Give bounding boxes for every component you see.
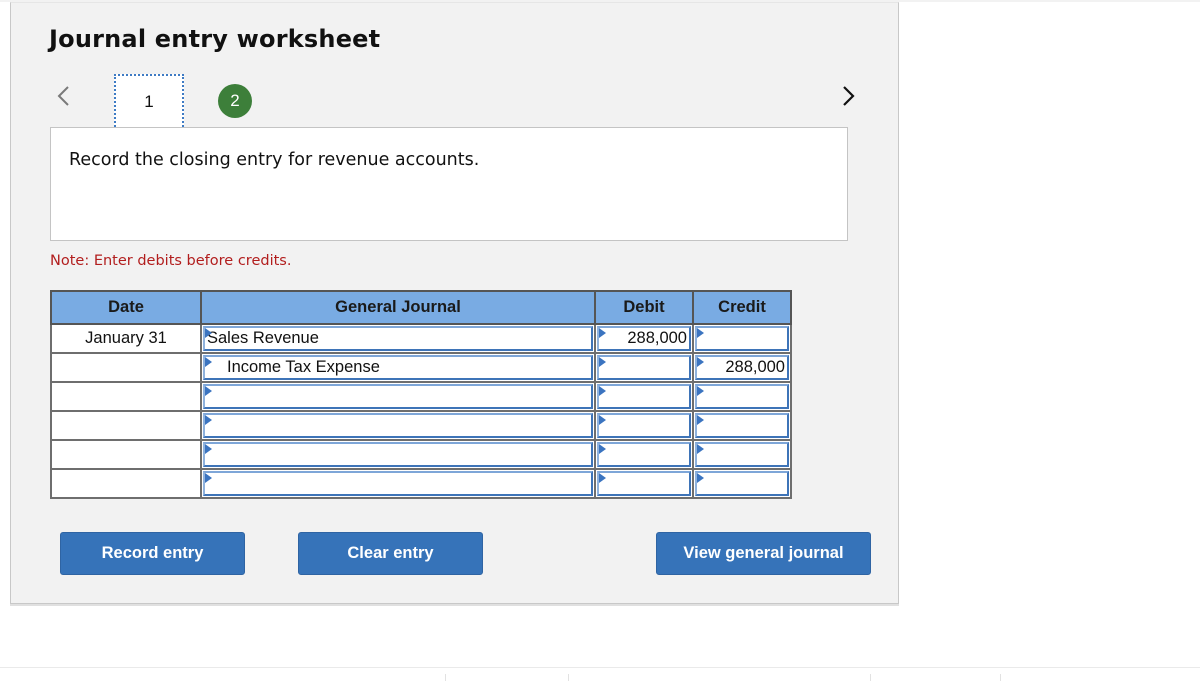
page-title: Journal entry worksheet (49, 25, 381, 53)
credit-cell (692, 410, 792, 441)
account-cell: Income Tax Expense (200, 352, 596, 383)
credit-cell (692, 381, 792, 412)
credit-cell (692, 323, 792, 354)
date-cell[interactable] (50, 468, 202, 499)
dropdown-marker-icon (697, 386, 704, 396)
debit-cell (594, 439, 694, 470)
table-row: January 31 Sales Revenue 288,000 (50, 323, 792, 354)
step-1-tab[interactable]: 1 (114, 74, 184, 130)
dropdown-marker-icon (697, 328, 704, 338)
debit-input[interactable] (597, 413, 691, 438)
account-cell (200, 410, 596, 441)
debit-cell (594, 381, 694, 412)
dropdown-marker-icon (599, 473, 606, 483)
credit-input[interactable] (695, 413, 789, 438)
credit-value: 288,000 (725, 358, 785, 376)
account-cell (200, 381, 596, 412)
footer-tick (870, 674, 871, 681)
table-row (50, 468, 792, 499)
dropdown-marker-icon (599, 444, 606, 454)
account-input[interactable] (203, 471, 593, 496)
previous-button[interactable] (51, 81, 75, 111)
debit-cell (594, 468, 694, 499)
debit-cell: 288,000 (594, 323, 694, 354)
note-text: Note: Enter debits before credits. (50, 253, 292, 269)
table-row (50, 439, 792, 470)
debit-input[interactable] (597, 355, 691, 380)
date-cell[interactable] (50, 410, 202, 441)
dropdown-marker-icon (205, 328, 212, 338)
account-input[interactable]: Sales Revenue (203, 326, 593, 351)
dropdown-marker-icon (205, 357, 212, 367)
footer-tick (1000, 674, 1001, 681)
dropdown-marker-icon (697, 357, 704, 367)
account-cell (200, 468, 596, 499)
footer-tick (445, 674, 446, 681)
clear-entry-button[interactable]: Clear entry (298, 532, 483, 575)
dropdown-marker-icon (205, 386, 212, 396)
account-input[interactable] (203, 442, 593, 467)
debit-input[interactable] (597, 471, 691, 496)
account-input[interactable] (203, 413, 593, 438)
footer-tick (568, 674, 569, 681)
dropdown-marker-icon (599, 357, 606, 367)
step-2-label: 2 (230, 91, 240, 110)
date-cell[interactable] (50, 352, 202, 383)
dropdown-marker-icon (697, 473, 704, 483)
credit-cell (692, 439, 792, 470)
step-1-label: 1 (144, 92, 154, 111)
debit-value: 288,000 (627, 329, 687, 347)
credit-cell: 288,000 (692, 352, 792, 383)
account-cell: Sales Revenue (200, 323, 596, 354)
footer-divider (0, 667, 1200, 668)
debit-cell (594, 410, 694, 441)
credit-cell (692, 468, 792, 499)
chevron-right-icon (843, 86, 855, 106)
debit-input[interactable]: 288,000 (597, 326, 691, 351)
header-credit: Credit (692, 290, 792, 325)
dropdown-marker-icon (599, 415, 606, 425)
header-general-journal: General Journal (200, 290, 596, 325)
debit-input[interactable] (597, 384, 691, 409)
header-date: Date (50, 290, 202, 325)
account-input[interactable] (203, 384, 593, 409)
table-row (50, 381, 792, 412)
chevron-left-icon (57, 86, 69, 106)
dropdown-marker-icon (697, 415, 704, 425)
dropdown-marker-icon (205, 415, 212, 425)
record-entry-button[interactable]: Record entry (60, 532, 245, 575)
dropdown-marker-icon (599, 386, 606, 396)
credit-input[interactable] (695, 384, 789, 409)
date-cell[interactable]: January 31 (50, 323, 202, 354)
table-row (50, 410, 792, 441)
credit-input[interactable] (695, 442, 789, 467)
account-input[interactable]: Income Tax Expense (203, 355, 593, 380)
debit-input[interactable] (597, 442, 691, 467)
debit-cell (594, 352, 694, 383)
date-cell[interactable] (50, 439, 202, 470)
credit-input[interactable] (695, 471, 789, 496)
dropdown-marker-icon (205, 473, 212, 483)
instruction-box: Record the closing entry for revenue acc… (50, 127, 848, 241)
table-header-row: Date General Journal Debit Credit (50, 290, 792, 325)
credit-input[interactable]: 288,000 (695, 355, 789, 380)
dropdown-marker-icon (205, 444, 212, 454)
dropdown-marker-icon (697, 444, 704, 454)
date-cell[interactable] (50, 381, 202, 412)
view-general-journal-button[interactable]: View general journal (656, 532, 871, 575)
worksheet-panel: Journal entry worksheet 1 2 Record the c… (10, 2, 899, 604)
next-button[interactable] (837, 81, 861, 111)
journal-table: Date General Journal Debit Credit Januar… (50, 290, 792, 499)
account-cell (200, 439, 596, 470)
account-value: Sales Revenue (207, 329, 319, 347)
step-2-tab[interactable]: 2 (218, 84, 252, 118)
credit-input[interactable] (695, 326, 789, 351)
table-row: Income Tax Expense 288,000 (50, 352, 792, 383)
dropdown-marker-icon (599, 328, 606, 338)
account-value: Income Tax Expense (227, 358, 380, 376)
header-debit: Debit (594, 290, 694, 325)
instruction-text: Record the closing entry for revenue acc… (69, 150, 480, 170)
